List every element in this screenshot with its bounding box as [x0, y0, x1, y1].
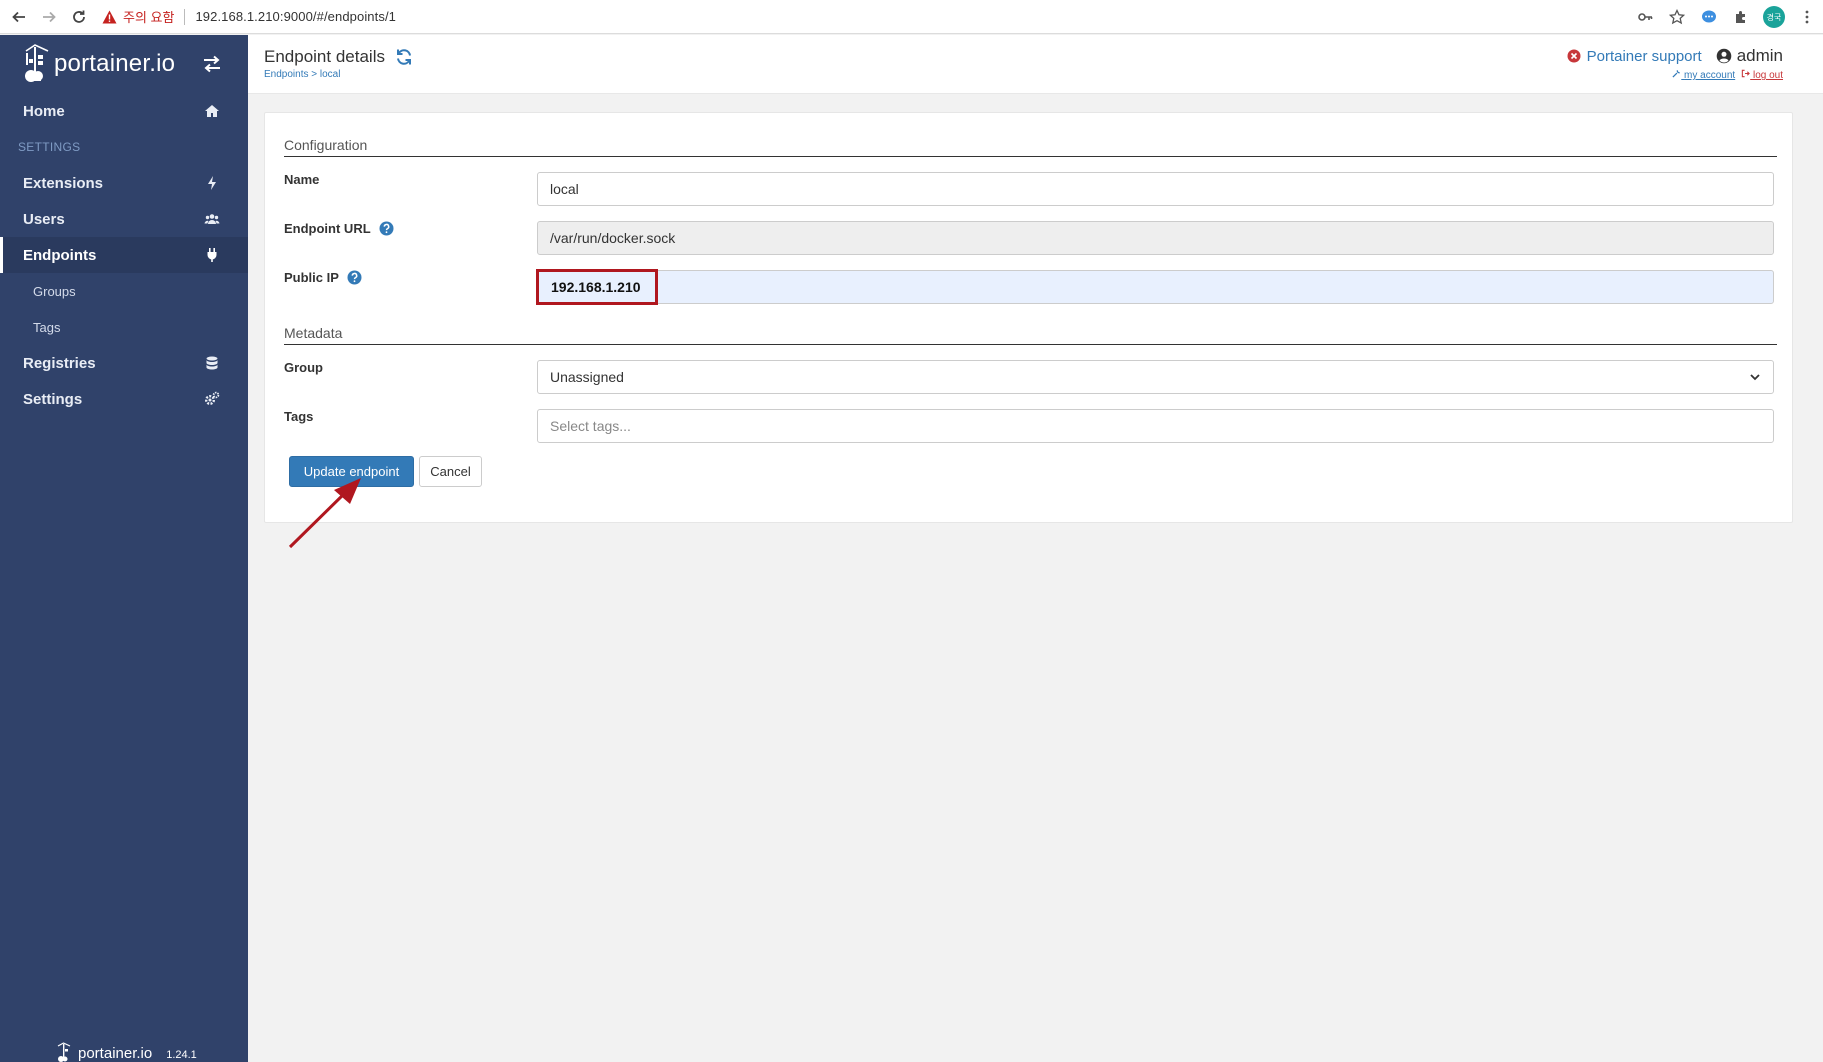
sidebar-item-extensions[interactable]: Extensions [0, 165, 248, 201]
endpoint-url-label: Endpoint URL [284, 221, 394, 236]
reload-icon[interactable] [68, 6, 90, 28]
sidebar-item-label: Home [23, 102, 65, 120]
section-metadata-title: Metadata [284, 325, 343, 341]
warning-icon [102, 10, 117, 24]
endpoint-url-value: /var/run/docker.sock [550, 230, 676, 246]
support-label: Portainer support [1586, 47, 1702, 65]
more-menu-icon[interactable] [1797, 7, 1817, 27]
username: admin [1736, 46, 1783, 65]
sidebar-subitem-groups[interactable]: Groups [0, 273, 248, 309]
public-ip-highlight: 192.168.1.210 [536, 269, 658, 305]
chevron-down-icon [1750, 374, 1760, 381]
sidebar-footer: portainer.io 1.24.1 [56, 1042, 197, 1062]
sidebar-subitem-tags[interactable]: Tags [0, 309, 248, 345]
portainer-support-link[interactable]: Portainer support [1567, 48, 1702, 65]
users-icon [204, 214, 220, 224]
portainer-logo[interactable]: portainer.io [22, 43, 175, 85]
group-select-value: Unassigned [550, 369, 624, 385]
sidebar-item-settings[interactable]: Settings [0, 381, 248, 417]
refresh-icon[interactable] [395, 48, 413, 66]
plug-icon [207, 248, 217, 262]
bolt-icon [208, 176, 216, 190]
section-divider [284, 156, 1777, 157]
page-header: Endpoint details Endpoints > local Porta… [248, 35, 1823, 94]
public-ip-label: Public IP [284, 270, 362, 285]
sidebar-item-registries[interactable]: Registries [0, 345, 248, 381]
home-icon [205, 105, 219, 117]
sidebar-header: portainer.io [0, 35, 248, 93]
tags-placeholder: Select tags... [550, 418, 631, 434]
times-circle-icon [1567, 49, 1581, 63]
database-icon [206, 356, 218, 370]
public-ip-value: 192.168.1.210 [551, 279, 641, 295]
address-bar[interactable]: 주의 요함 192.168.1.210:9000/#/endpoints/1 [102, 5, 396, 29]
group-label: Group [284, 360, 323, 375]
sidebar-item-label: Registries [23, 354, 96, 372]
group-select[interactable]: Unassigned [537, 360, 1774, 394]
name-input-value: local [550, 181, 579, 197]
cancel-button[interactable]: Cancel [419, 456, 482, 487]
back-icon[interactable] [8, 6, 30, 28]
wrench-icon [1672, 70, 1681, 78]
breadcrumb-endpoints-link[interactable]: Endpoints [264, 69, 308, 80]
omnibox-divider [184, 8, 186, 25]
forward-icon[interactable] [38, 6, 60, 28]
security-warning-text: 주의 요함 [123, 10, 175, 25]
chat-extension-icon[interactable] [1699, 7, 1719, 27]
tags-label: Tags [284, 409, 314, 424]
page-title-text: Endpoint details [264, 47, 385, 66]
user-circle-icon [1716, 48, 1731, 64]
my-account-link[interactable]: my account [1672, 69, 1735, 81]
endpoint-url-input: /var/run/docker.sock [537, 221, 1774, 255]
page-title: Endpoint details [264, 47, 413, 67]
sidebar-item-label: Settings [23, 390, 83, 408]
tags-input[interactable]: Select tags... [537, 409, 1774, 443]
public-ip-input[interactable]: 192.168.1.210 [536, 269, 1774, 305]
cogs-icon [205, 391, 220, 405]
url-text[interactable]: 192.168.1.210:9000/#/endpoints/1 [195, 9, 396, 24]
sidebar-item-label: Endpoints [23, 246, 97, 264]
sidebar-toggle-icon[interactable] [202, 55, 222, 73]
star-icon[interactable] [1667, 7, 1687, 27]
profile-avatar[interactable]: 경국 [1763, 6, 1785, 28]
endpoint-form-panel: Configuration Name local Endpoint URL /v… [264, 112, 1793, 523]
version-label: 1.24.1 [166, 1049, 197, 1061]
annotation-arrow [288, 478, 361, 549]
log-out-link[interactable]: log out [1741, 69, 1783, 81]
breadcrumb: Endpoints > local [264, 69, 340, 80]
key-icon[interactable] [1635, 7, 1655, 27]
section-divider [284, 344, 1777, 345]
question-circle-icon[interactable] [347, 270, 362, 285]
sidebar-item-endpoints[interactable]: Endpoints [0, 237, 248, 273]
sidebar-item-users[interactable]: Users [0, 201, 248, 237]
logo-text: portainer.io [54, 50, 176, 77]
crane-logo-icon [25, 44, 49, 82]
footer-logo-text: portainer.io [78, 1045, 153, 1062]
user-menu: admin [1716, 46, 1783, 66]
section-configuration-title: Configuration [284, 137, 368, 153]
sidebar-item-label: Users [23, 210, 65, 228]
breadcrumb-current[interactable]: local [320, 69, 341, 80]
browser-toolbar: 주의 요함 192.168.1.210:9000/#/endpoints/1 경… [0, 0, 1823, 34]
puzzle-icon[interactable] [1731, 7, 1751, 27]
breadcrumb-separator: > [308, 69, 320, 80]
sidebar-item-label: Extensions [23, 174, 104, 192]
sidebar: portainer.io Home SETTINGS Extensions Us… [0, 35, 248, 1062]
name-label: Name [284, 172, 320, 187]
sidebar-item-home[interactable]: Home [0, 93, 248, 129]
question-circle-icon[interactable] [379, 221, 394, 236]
sign-out-icon [1741, 69, 1751, 78]
footer-logo-icon [57, 1042, 71, 1062]
sidebar-section-settings: SETTINGS [18, 140, 81, 154]
name-input[interactable]: local [537, 172, 1774, 206]
